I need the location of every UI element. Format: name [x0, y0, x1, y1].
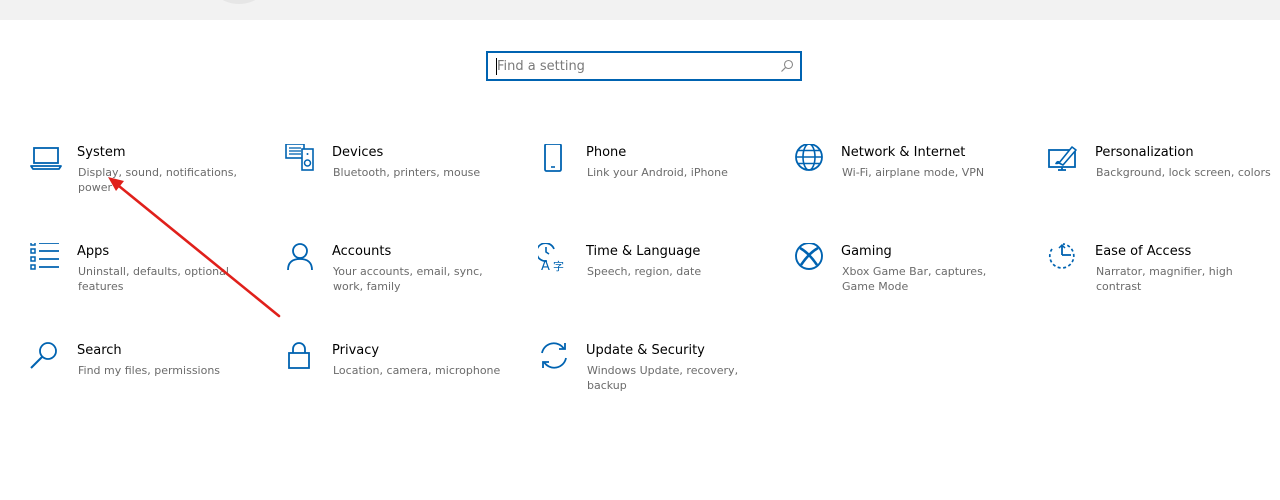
svg-text:A: A [541, 259, 550, 274]
tile-description: Display, sound, notifications, power [78, 166, 238, 194]
paint-monitor-icon [1048, 146, 1077, 171]
tile-title: Network & Internet [841, 145, 966, 160]
globe-icon [795, 144, 823, 171]
tile-description: Uninstall, defaults, optional features [78, 265, 229, 293]
tile-title: Devices [332, 145, 384, 160]
tile-accounts[interactable]: Accounts Your accounts, email, sync, wor… [284, 243, 524, 313]
tile-title: Privacy [332, 343, 380, 358]
person-icon [287, 243, 313, 271]
tile-gaming[interactable]: Gaming Xbox Game Bar, captures, Game Mod… [793, 243, 1033, 313]
tile-apps[interactable]: Apps Uninstall, defaults, optional featu… [29, 243, 269, 313]
tile-system[interactable]: System Display, sound, notifications, po… [29, 144, 269, 214]
tile-devices[interactable]: Devices Bluetooth, printers, mouse [284, 144, 524, 214]
tile-title: Personalization [1095, 145, 1194, 160]
tile-description: Wi-Fi, airplane mode, VPN [842, 166, 985, 179]
top-header-band [0, 0, 1280, 20]
tile-description: Link your Android, iPhone [587, 166, 728, 179]
tile-phone[interactable]: Phone Link your Android, iPhone [538, 144, 778, 214]
tile-description: Background, lock screen, colors [1096, 166, 1271, 179]
lock-icon [288, 342, 310, 369]
xbox-icon [795, 243, 823, 270]
ease-of-access-icon [1048, 243, 1075, 269]
tile-description: Xbox Game Bar, captures, Game Mode [842, 265, 987, 293]
tile-title: Accounts [332, 244, 392, 259]
tile-title: System [77, 145, 126, 160]
tile-title: Update & Security [586, 343, 705, 358]
tile-title: Phone [586, 145, 627, 160]
tile-description: Windows Update, recovery, backup [587, 364, 739, 392]
svg-text:字: 字 [553, 259, 564, 273]
laptop-icon [30, 147, 62, 170]
avatar[interactable] [204, 0, 274, 4]
devices-icon [285, 144, 314, 171]
text-cursor [496, 58, 497, 75]
tile-title: Time & Language [586, 244, 701, 259]
tile-description: Location, camera, microphone [333, 364, 501, 377]
tile-description: Bluetooth, printers, mouse [333, 166, 481, 179]
tile-title: Gaming [841, 244, 892, 259]
tile-description: Your accounts, email, sync, work, family [333, 265, 483, 293]
tile-privacy[interactable]: Privacy Location, camera, microphone [284, 342, 524, 412]
tile-title: Apps [77, 244, 110, 259]
time-language-icon: A 字 [538, 243, 564, 274]
tile-description: Speech, region, date [587, 265, 702, 278]
phone-icon [544, 144, 562, 172]
tile-personalization[interactable]: Personalization Background, lock screen,… [1047, 144, 1280, 214]
tile-time-language[interactable]: A 字 Time & Language Speech, region, date [538, 243, 778, 313]
search-box[interactable] [486, 51, 802, 81]
apps-list-icon [30, 243, 59, 270]
tile-search[interactable]: Search Find my files, permissions [29, 342, 269, 412]
tile-update-security[interactable]: Update & Security Windows Update, recove… [538, 342, 778, 412]
tile-description: Find my files, permissions [78, 364, 221, 377]
refresh-icon [541, 342, 567, 369]
tile-network-internet[interactable]: Network & Internet Wi-Fi, airplane mode,… [793, 144, 1033, 214]
magnifier-icon [30, 342, 57, 369]
tile-description: Narrator, magnifier, high contrast [1096, 265, 1233, 293]
tile-ease-of-access[interactable]: Ease of Access Narrator, magnifier, high… [1047, 243, 1280, 313]
search-icon[interactable] [780, 59, 794, 73]
search-input[interactable] [488, 53, 777, 79]
tile-title: Ease of Access [1095, 244, 1192, 259]
tile-title: Search [77, 343, 122, 358]
